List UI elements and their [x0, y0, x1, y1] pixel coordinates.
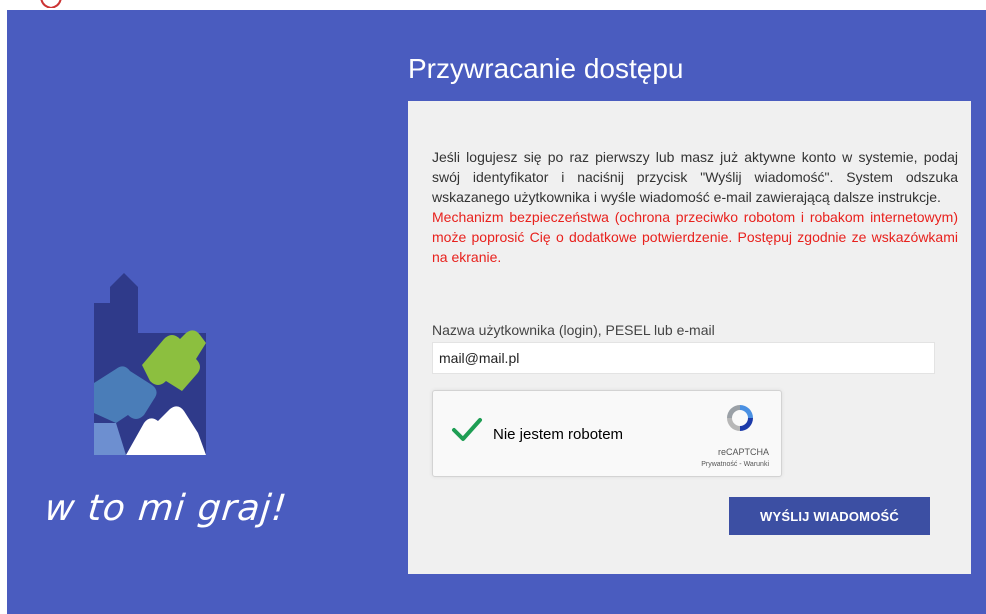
recaptcha-privacy-terms-links[interactable]: Prywatność - Warunki [701, 461, 769, 468]
recaptcha-logo-icon [727, 405, 753, 431]
recaptcha-widget[interactable]: Nie jestem robotem reCAPTCHA Prywatność … [432, 390, 782, 477]
reset-form-panel: Jeśli logujesz się po raz pierwszy lub m… [408, 101, 971, 574]
login-input[interactable] [432, 342, 935, 374]
login-field-label: Nazwa użytkownika (login), PESEL lub e-m… [432, 322, 715, 338]
top-bar [0, 0, 986, 10]
intro-text: Jeśli logujesz się po raz pierwszy lub m… [432, 147, 958, 267]
crest-icon [40, 0, 62, 8]
checkmark-icon[interactable] [451, 417, 483, 443]
slogan: w to mi graj! [42, 488, 290, 529]
page-title: Przywracanie dostępu [408, 53, 684, 84]
recaptcha-brand: reCAPTCHA [717, 447, 769, 457]
security-warning-text: Mechanizm bezpieczeństwa (ochrona przeci… [432, 209, 958, 265]
recaptcha-label: Nie jestem robotem [493, 426, 624, 443]
send-message-button[interactable]: WYŚLIJ WIADOMOŚĆ [729, 497, 930, 535]
instructions-text: Jeśli logujesz się po raz pierwszy lub m… [432, 149, 958, 205]
puzzle-tower-icon [94, 273, 206, 455]
